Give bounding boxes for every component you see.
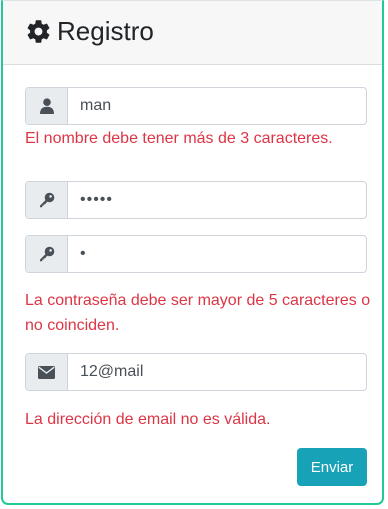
email-field[interactable] [68,354,366,390]
password-field[interactable] [68,182,366,218]
password-input-group [25,181,367,219]
key-icon [26,236,68,272]
email-input-group [25,353,367,391]
password-confirm-input-group [25,235,367,273]
username-input-group [25,87,367,125]
registration-card: Registro El nombre debe tener más de 3 c… [1,0,384,505]
page-title: Registro [57,16,154,46]
email-error: La dirección de email no es válida. [25,411,271,428]
user-icon [26,88,68,124]
envelope-icon [26,354,68,390]
submit-button[interactable]: Enviar [297,448,367,486]
username-field[interactable] [68,88,366,124]
key-icon [26,182,68,218]
username-error: El nombre debe tener más de 3 caracteres… [25,130,333,147]
password-error: La contraseña debe ser mayor de 5 caract… [25,292,371,334]
card-header: Registro [3,1,382,65]
gear-icon [25,18,52,45]
password-confirm-field[interactable] [68,236,366,272]
